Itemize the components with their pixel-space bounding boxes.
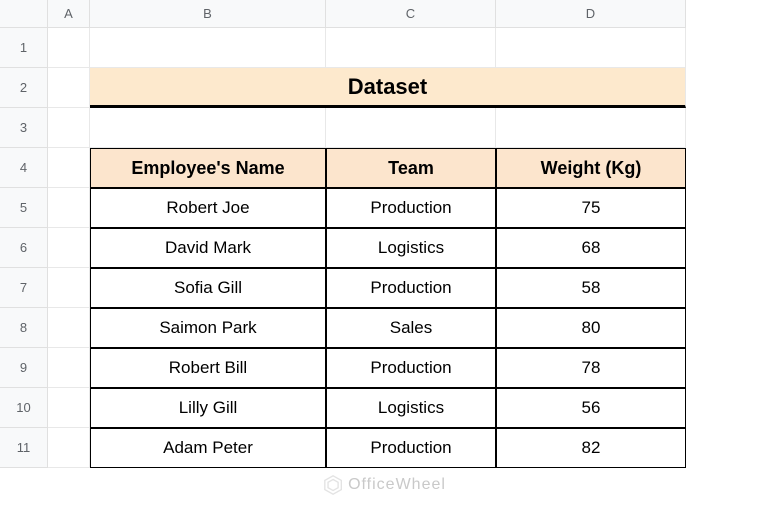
cell-D1[interactable] (496, 28, 686, 68)
table-cell[interactable]: 58 (496, 268, 686, 308)
cell-C3[interactable] (326, 108, 496, 148)
cell-D3[interactable] (496, 108, 686, 148)
cell-A6[interactable] (48, 228, 90, 268)
row-header-1[interactable]: 1 (0, 28, 48, 68)
spreadsheet-grid[interactable]: A B C D 1 2 Dataset 3 4 Employee's Name … (0, 0, 768, 468)
table-cell[interactable]: Lilly Gill (90, 388, 326, 428)
table-cell[interactable]: 75 (496, 188, 686, 228)
wheel-icon (322, 474, 344, 496)
row-header-10[interactable]: 10 (0, 388, 48, 428)
row-header-6[interactable]: 6 (0, 228, 48, 268)
header-weight[interactable]: Weight (Kg) (496, 148, 686, 188)
cell-A5[interactable] (48, 188, 90, 228)
dataset-title[interactable]: Dataset (90, 68, 686, 108)
table-cell[interactable]: 78 (496, 348, 686, 388)
cell-B1[interactable] (90, 28, 326, 68)
table-cell[interactable]: 82 (496, 428, 686, 468)
cell-A1[interactable] (48, 28, 90, 68)
col-header-B[interactable]: B (90, 0, 326, 28)
header-team[interactable]: Team (326, 148, 496, 188)
row-header-8[interactable]: 8 (0, 308, 48, 348)
cell-C1[interactable] (326, 28, 496, 68)
row-header-3[interactable]: 3 (0, 108, 48, 148)
header-name[interactable]: Employee's Name (90, 148, 326, 188)
table-cell[interactable]: Robert Bill (90, 348, 326, 388)
cell-A8[interactable] (48, 308, 90, 348)
row-header-9[interactable]: 9 (0, 348, 48, 388)
table-cell[interactable]: Sales (326, 308, 496, 348)
cell-A10[interactable] (48, 388, 90, 428)
table-cell[interactable]: Logistics (326, 388, 496, 428)
cell-A7[interactable] (48, 268, 90, 308)
table-cell[interactable]: Production (326, 268, 496, 308)
table-cell[interactable]: Robert Joe (90, 188, 326, 228)
col-header-D[interactable]: D (496, 0, 686, 28)
cell-A9[interactable] (48, 348, 90, 388)
cell-A11[interactable] (48, 428, 90, 468)
table-cell[interactable]: David Mark (90, 228, 326, 268)
corner-cell[interactable] (0, 0, 48, 28)
table-cell[interactable]: Production (326, 188, 496, 228)
table-cell[interactable]: 56 (496, 388, 686, 428)
row-header-7[interactable]: 7 (0, 268, 48, 308)
table-cell[interactable]: Adam Peter (90, 428, 326, 468)
table-cell[interactable]: Saimon Park (90, 308, 326, 348)
table-cell[interactable]: Sofia Gill (90, 268, 326, 308)
cell-A2[interactable] (48, 68, 90, 108)
row-header-4[interactable]: 4 (0, 148, 48, 188)
cell-A4[interactable] (48, 148, 90, 188)
cell-B3[interactable] (90, 108, 326, 148)
row-header-2[interactable]: 2 (0, 68, 48, 108)
table-cell[interactable]: 68 (496, 228, 686, 268)
col-header-A[interactable]: A (48, 0, 90, 28)
table-cell[interactable]: Logistics (326, 228, 496, 268)
table-cell[interactable]: Production (326, 428, 496, 468)
table-cell[interactable]: 80 (496, 308, 686, 348)
row-header-11[interactable]: 11 (0, 428, 48, 468)
watermark-text: OfficeWheel (348, 476, 446, 494)
table-cell[interactable]: Production (326, 348, 496, 388)
row-header-5[interactable]: 5 (0, 188, 48, 228)
watermark: OfficeWheel (322, 474, 446, 496)
cell-A3[interactable] (48, 108, 90, 148)
col-header-C[interactable]: C (326, 0, 496, 28)
